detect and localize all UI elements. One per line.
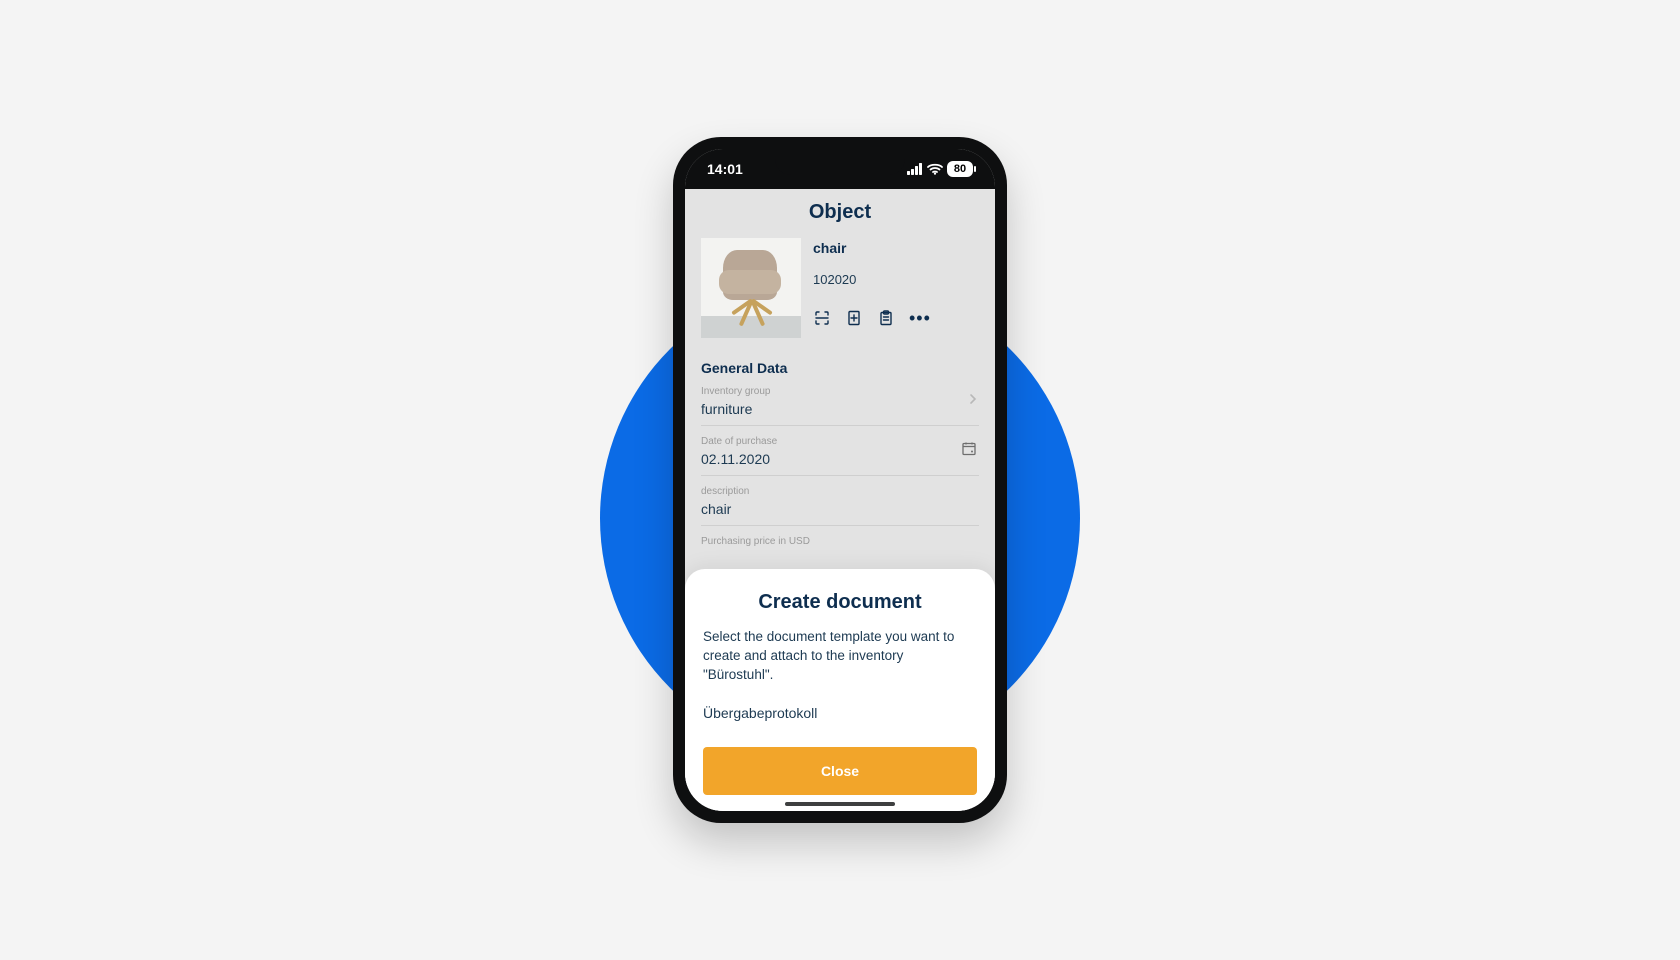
calendar-icon	[961, 440, 977, 461]
close-button[interactable]: Close	[703, 747, 977, 795]
field-value: furniture	[701, 401, 979, 417]
clipboard-icon[interactable]	[877, 309, 895, 327]
field-description[interactable]: description chair	[701, 476, 979, 526]
field-value: chair	[701, 501, 979, 517]
field-purchase-date[interactable]: Date of purchase 02.11.2020	[701, 426, 979, 476]
section-general-data: General Data	[701, 360, 979, 376]
phone-notch	[775, 149, 905, 175]
more-icon[interactable]: •••	[909, 309, 931, 327]
field-label: Date of purchase	[701, 436, 979, 447]
phone-screen: 14:01 80 Object	[685, 149, 995, 811]
wifi-icon	[927, 163, 943, 175]
object-summary: chair 102020 •••	[701, 238, 979, 338]
phone-frame: 14:01 80 Object	[673, 137, 1007, 823]
chevron-right-icon	[969, 392, 977, 410]
field-label: Purchasing price in USD	[701, 536, 979, 547]
field-purchasing-price[interactable]: Purchasing price in USD	[701, 526, 979, 555]
field-label: Inventory group	[701, 386, 979, 397]
object-name: chair	[813, 240, 979, 256]
home-indicator[interactable]	[785, 802, 895, 806]
sheet-title: Create document	[703, 591, 977, 614]
page-title: Object	[701, 189, 979, 238]
field-inventory-group[interactable]: Inventory group furniture	[701, 376, 979, 426]
sheet-description: Select the document template you want to…	[703, 628, 977, 685]
template-option[interactable]: Übergabeprotokoll	[703, 705, 977, 721]
field-value: 02.11.2020	[701, 451, 979, 467]
status-time: 14:01	[707, 161, 743, 177]
scan-icon[interactable]	[813, 309, 831, 327]
add-document-icon[interactable]	[845, 309, 863, 327]
battery-level: 80	[954, 163, 966, 175]
object-thumbnail[interactable]	[701, 238, 801, 338]
create-document-sheet: Create document Select the document temp…	[685, 569, 995, 811]
cellular-signal-icon	[907, 163, 923, 175]
object-code: 102020	[813, 272, 979, 287]
battery-icon: 80	[947, 161, 973, 177]
field-label: description	[701, 486, 979, 497]
